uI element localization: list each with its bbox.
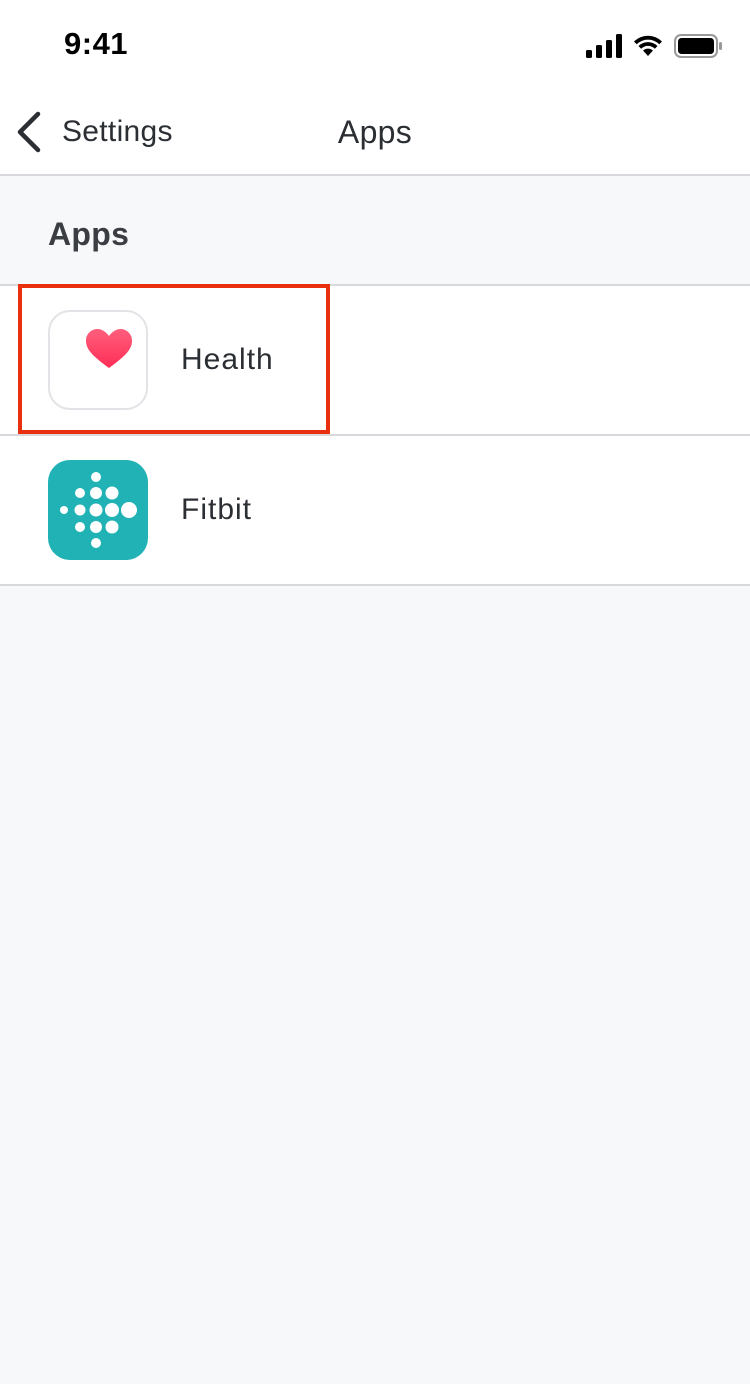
app-row-fitbit[interactable]: Fitbit bbox=[0, 436, 750, 586]
battery-icon bbox=[674, 34, 722, 58]
fitbit-logo-icon bbox=[48, 460, 148, 560]
navigation-bar: Settings Apps bbox=[0, 88, 750, 176]
status-time: 9:41 bbox=[64, 26, 129, 61]
health-heart-icon bbox=[48, 310, 148, 410]
status-icons bbox=[586, 33, 722, 59]
page-title: Apps bbox=[337, 114, 413, 150]
wifi-icon bbox=[634, 35, 662, 56]
app-row-health[interactable]: Health bbox=[0, 284, 750, 436]
empty-content-area bbox=[0, 586, 750, 1384]
signal-icon bbox=[586, 34, 622, 58]
section-header: Apps bbox=[0, 176, 750, 286]
app-name: Fitbit bbox=[181, 493, 253, 526]
app-list: Health Fitbit bbox=[0, 284, 750, 586]
app-name: Health bbox=[181, 343, 274, 376]
section-title: Apps bbox=[48, 216, 130, 252]
status-bar: 9:41 bbox=[0, 0, 750, 88]
